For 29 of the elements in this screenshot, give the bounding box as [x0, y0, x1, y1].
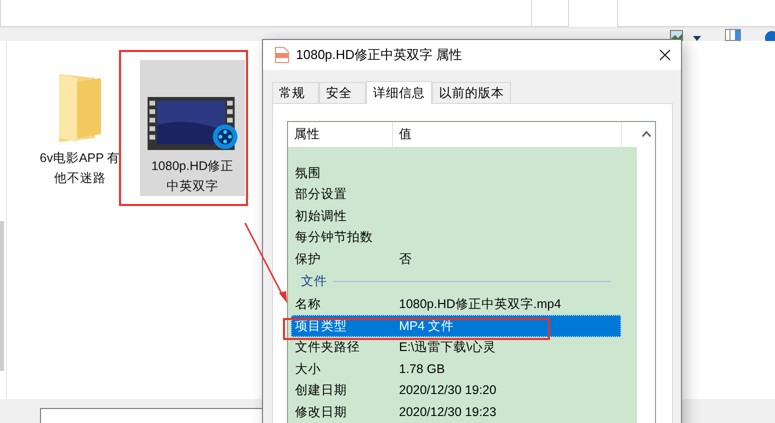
property-row[interactable]: 文件夹路径 E:\迅雷下载\心灵 — [291, 336, 621, 358]
property-row[interactable]: 每分钟节拍数 — [291, 226, 621, 248]
tab[interactable]: 常规 — [272, 82, 319, 103]
property-row[interactable]: 项目类型 MP4 文件 — [291, 315, 621, 336]
tab[interactable]: 安全 — [319, 82, 366, 103]
search-field[interactable] — [617, 0, 775, 27]
caret-icon[interactable] — [693, 36, 701, 41]
mp4-file-icon — [275, 47, 289, 63]
property-row[interactable]: 氛围 — [291, 162, 621, 184]
pane-icon[interactable] — [725, 29, 741, 41]
picture-icon[interactable] — [670, 30, 683, 41]
property-row[interactable]: 保护 否 — [291, 248, 621, 270]
property-row[interactable]: 名称 1080p.HD修正中英双字.mp4 — [291, 294, 621, 315]
file-item[interactable]: 1080p.HD修正中英双字 — [140, 60, 245, 196]
scrollbar[interactable] — [0, 221, 4, 371]
close-icon[interactable] — [659, 49, 671, 61]
tab[interactable]: 详细信息 — [366, 81, 432, 104]
tab[interactable]: 以前的版本 — [432, 82, 511, 103]
property-row[interactable]: 部分设置 — [291, 184, 621, 205]
property-row[interactable]: 修改日期 2020/12/30 19:23 — [291, 401, 621, 422]
dialog-title: 1080p.HD修正中英双字 属性 — [296, 46, 464, 64]
file-name: 6v电影APP 有他不迷路 — [38, 150, 122, 187]
video-file-icon — [144, 97, 240, 150]
file-name: 1080p.HD修正中英双字 — [150, 158, 235, 195]
group-heading: 文件 — [301, 273, 327, 290]
property-row[interactable]: 创建日期 2020/12/30 19:20 — [291, 380, 621, 401]
property-row[interactable]: 初始调性 — [291, 205, 621, 226]
file-item[interactable]: 6v电影APP 有他不迷路 — [34, 60, 126, 196]
property-row[interactable]: 大小 1.78 GB — [291, 358, 621, 380]
